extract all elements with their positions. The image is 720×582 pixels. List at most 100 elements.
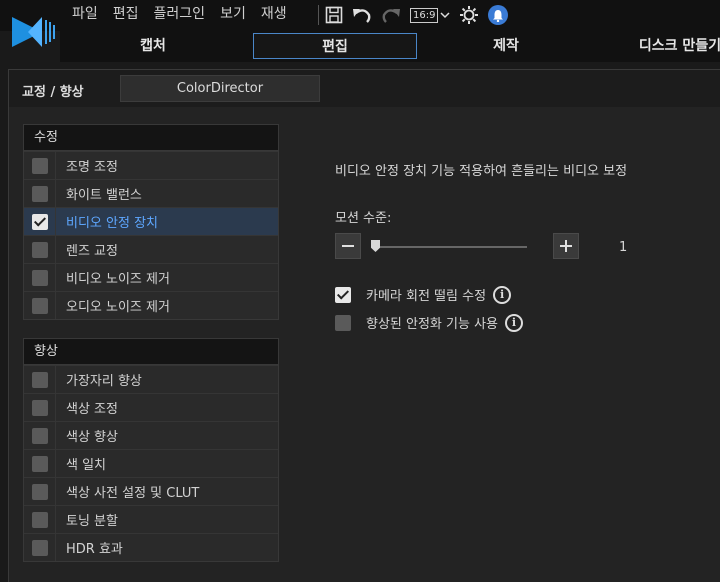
list-item[interactable]: 토닝 분할 [24, 505, 278, 533]
motion-decrease-button[interactable] [335, 233, 361, 259]
tab-capture[interactable]: 캡처 [60, 33, 246, 59]
checkbox-cell [24, 394, 56, 421]
settings-button[interactable] [459, 5, 479, 25]
list-item[interactable]: 비디오 안정 장치 [24, 207, 278, 235]
main-tabs: 캡처 편집 제작 디스크 만들기 [60, 31, 720, 62]
list-item[interactable]: HDR 효과 [24, 533, 278, 561]
checkbox-cell [24, 152, 56, 179]
menu-playback[interactable]: 재생 [261, 3, 287, 25]
enhance-group: 향상 가장자리 향상 색상 조정 색상 향상 색 일치 색상 사전 설정 및 CLUT 토… [23, 338, 279, 562]
menu-edit[interactable]: 편집 [113, 3, 139, 25]
item-label: 렌즈 교정 [66, 244, 118, 259]
item-checkbox[interactable] [31, 269, 48, 286]
panel-header: 교정 / 향상 ColorDirector [9, 70, 720, 107]
tab-produce[interactable]: 제작 [424, 33, 588, 59]
item-checkbox[interactable] [31, 511, 48, 528]
list-item[interactable]: 색상 향상 [24, 421, 278, 449]
checkbox-cell [24, 292, 56, 319]
chevron-down-icon [440, 12, 450, 19]
gear-icon [460, 6, 479, 24]
undo-icon [353, 9, 371, 23]
checkbox-cell [24, 208, 56, 235]
camera-rotation-label: 카메라 회전 떨림 수정 [366, 289, 487, 304]
item-label: 비디오 노이즈 제거 [66, 272, 170, 287]
info-icon[interactable]: i [493, 285, 512, 304]
item-label: HDR 효과 [66, 542, 123, 557]
tab-create-disc[interactable]: 디스크 만들기 [600, 33, 720, 59]
checkbox-cell [24, 422, 56, 449]
breadcrumb: 교정 / 향상 [22, 85, 84, 100]
checkbox-cell [24, 478, 56, 505]
item-label: 토닝 분할 [66, 514, 118, 529]
item-checkbox[interactable] [31, 241, 48, 258]
info-icon[interactable]: i [505, 313, 523, 332]
item-label: 색상 향상 [66, 430, 118, 445]
redo-icon [382, 9, 400, 23]
item-checkbox[interactable] [31, 157, 48, 174]
list-item[interactable]: 가장자리 향상 [24, 365, 278, 393]
list-item[interactable]: 색 일치 [24, 449, 278, 477]
list-item[interactable]: 색상 사전 설정 및 CLUT [24, 477, 278, 505]
item-label: 조명 조정 [66, 160, 118, 175]
notifications-button[interactable] [488, 5, 509, 25]
camera-rotation-option[interactable]: 카메라 회전 떨림 수정 i [335, 285, 512, 304]
fix-group-title: 수정 [24, 125, 278, 151]
fix-group: 수정 조명 조정화이트 밸런스비디오 안정 장치렌즈 교정비디오 노이즈 제거오… [23, 124, 279, 320]
item-checkbox[interactable] [31, 185, 48, 202]
save-icon [325, 6, 343, 24]
item-checkbox[interactable] [31, 455, 48, 472]
item-label: 색 일치 [66, 458, 107, 473]
minus-icon [342, 245, 354, 247]
motion-slider-handle[interactable] [371, 240, 380, 252]
redo-button[interactable] [381, 6, 401, 24]
item-label: 오디오 노이즈 제거 [66, 300, 170, 315]
app-logo-icon [12, 17, 55, 47]
enhanced-stabilization-checkbox[interactable] [335, 314, 351, 331]
item-checkbox[interactable] [31, 483, 48, 500]
colordirector-button[interactable]: ColorDirector [120, 75, 320, 102]
checkbox-cell [24, 236, 56, 263]
tab-edit[interactable]: 편집 [253, 33, 417, 59]
menu-view[interactable]: 보기 [220, 3, 246, 25]
item-checkbox[interactable] [31, 297, 48, 314]
aspect-ratio-label: 16:9 [410, 7, 439, 23]
plus-icon [560, 240, 572, 252]
list-item[interactable]: 비디오 노이즈 제거 [24, 263, 278, 291]
item-label: 색상 조정 [66, 402, 118, 417]
enhanced-stabilization-label: 향상된 안정화 기능 사용 [366, 317, 498, 332]
fix-enhance-panel: 교정 / 향상 ColorDirector 수정 조명 조정 화이트 밸런스 비디오… [8, 69, 720, 582]
checkbox-cell [24, 506, 56, 533]
toolbar-divider [318, 5, 319, 25]
motion-level-label: 모션 수준: [335, 211, 392, 226]
motion-slider-track[interactable] [375, 246, 527, 248]
motion-increase-button[interactable] [553, 233, 579, 259]
item-label: 색상 사전 설정 및 CLUT [66, 486, 200, 501]
item-checkbox[interactable] [31, 427, 48, 444]
list-item[interactable]: 조명 조정 [24, 151, 278, 179]
list-item[interactable]: 오디오 노이즈 제거 [24, 291, 278, 319]
item-checkbox[interactable] [31, 539, 48, 556]
bell-icon [493, 9, 504, 22]
checkbox-cell [24, 264, 56, 291]
menu-file[interactable]: 파일 [72, 3, 98, 25]
list-item[interactable]: 색상 조정 [24, 393, 278, 421]
item-label: 가장자리 향상 [66, 374, 142, 389]
item-checkbox[interactable] [31, 371, 48, 388]
undo-button[interactable] [352, 6, 372, 24]
item-label: 비디오 안정 장치 [66, 216, 158, 231]
save-button[interactable] [325, 6, 343, 24]
menu-plugins[interactable]: 플러그인 [154, 3, 206, 25]
item-label: 화이트 밸런스 [66, 188, 142, 203]
menu-bar: 파일 편집 플러그인 보기 재생 16:9 [0, 0, 720, 47]
checkbox-cell [24, 450, 56, 477]
item-checkbox[interactable] [31, 213, 48, 230]
aspect-ratio-dropdown[interactable]: 16:9 [410, 7, 450, 23]
stabilizer-description: 비디오 안정 장치 기능 적용하여 흔들리는 비디오 보정 [335, 164, 628, 179]
camera-rotation-checkbox[interactable] [335, 286, 351, 303]
list-item[interactable]: 화이트 밸런스 [24, 179, 278, 207]
enhanced-stabilization-option[interactable]: 향상된 안정화 기능 사용 i [335, 313, 523, 332]
checkbox-cell [24, 366, 56, 393]
checkbox-cell [24, 180, 56, 207]
list-item[interactable]: 렌즈 교정 [24, 235, 278, 263]
item-checkbox[interactable] [31, 399, 48, 416]
